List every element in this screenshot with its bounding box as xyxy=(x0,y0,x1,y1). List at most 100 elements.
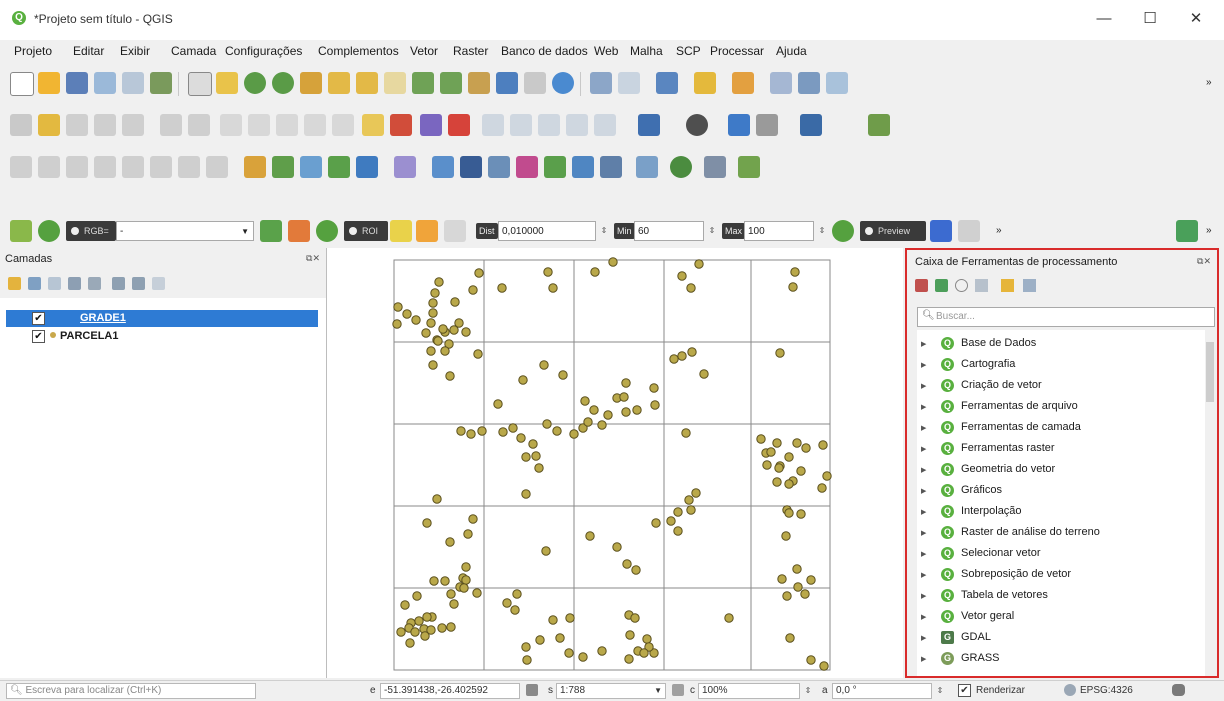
expand-arrow-icon[interactable]: ▶ xyxy=(921,361,926,369)
label-abc-icon[interactable] xyxy=(362,114,384,136)
virtual-layer-icon[interactable] xyxy=(600,156,622,178)
maximize-button[interactable]: ☐ xyxy=(1130,6,1170,32)
tree-item[interactable]: ▶ Q Tabela de vetores xyxy=(917,586,1205,607)
tree-item[interactable]: ▶ Q Cartografia xyxy=(917,355,1205,376)
identify-icon[interactable] xyxy=(590,72,612,94)
history-icon[interactable] xyxy=(955,279,968,292)
close-button[interactable]: ✕ xyxy=(1176,6,1216,32)
minimize-button[interactable]: — xyxy=(1084,6,1124,32)
crs-label[interactable]: EPSG:4326 xyxy=(1080,685,1133,696)
layer-row-grade1[interactable]: ✔ GRADE1 xyxy=(6,310,318,327)
menu-configuracoes[interactable]: Configurações xyxy=(225,44,302,58)
move-label-icon[interactable] xyxy=(538,114,560,136)
scripts-icon[interactable] xyxy=(935,279,948,292)
vertex-tool-icon[interactable] xyxy=(122,114,144,136)
menu-banco-de-dados[interactable]: Banco de dados xyxy=(501,44,588,58)
edit-features-in-place-icon[interactable] xyxy=(1001,279,1014,292)
panel-float-close-icon[interactable]: ⧉✕ xyxy=(306,253,320,264)
min-spinner[interactable]: ⇕ xyxy=(706,222,718,240)
pin-labels-icon[interactable] xyxy=(482,114,504,136)
new-project-icon[interactable] xyxy=(10,72,34,96)
select-features-icon[interactable] xyxy=(656,72,678,94)
toolbar-end-more-icon[interactable]: » xyxy=(1206,225,1212,236)
extents-toggle-icon[interactable] xyxy=(526,684,538,696)
lock-scale-icon[interactable] xyxy=(672,684,684,696)
tree-item[interactable]: ▶ Q Ferramentas de camada xyxy=(917,418,1205,439)
tree-item[interactable]: ▶ Q Gráficos xyxy=(917,481,1205,502)
db-manager-icon[interactable] xyxy=(638,114,660,136)
select-by-value-icon[interactable] xyxy=(694,72,716,94)
digitize-icon[interactable] xyxy=(94,114,116,136)
messages-icon[interactable] xyxy=(1172,684,1185,696)
menu-projeto[interactable]: Projeto xyxy=(14,44,52,58)
layer-visibility-checkbox[interactable]: ✔ xyxy=(32,330,45,343)
menu-malha[interactable]: Malha xyxy=(630,44,663,58)
crs-globe-icon[interactable] xyxy=(1064,684,1076,696)
toggle-editing-icon[interactable] xyxy=(38,114,60,136)
zoom-out-icon[interactable] xyxy=(272,72,294,94)
zoom-next-icon[interactable] xyxy=(440,72,462,94)
scp-zoom-icon[interactable] xyxy=(38,220,60,242)
vector-geoprocessing-icon[interactable] xyxy=(300,156,322,178)
add-layer-icon-6[interactable] xyxy=(150,156,172,178)
menu-editar[interactable]: Editar xyxy=(73,44,104,58)
tree-item[interactable]: ▶ Q Sobreposição de vetor xyxy=(917,565,1205,586)
new-shapefile-icon[interactable] xyxy=(328,156,350,178)
field-calculator-icon[interactable] xyxy=(798,72,820,94)
remove-layer-icon[interactable] xyxy=(152,277,165,290)
add-layer-icon-7[interactable] xyxy=(178,156,200,178)
rgb-band-icon-2[interactable] xyxy=(288,220,310,242)
expand-arrow-icon[interactable]: ▶ xyxy=(921,529,926,537)
action-icon[interactable] xyxy=(618,72,640,94)
rgb-toggle[interactable]: RGB= xyxy=(66,221,116,241)
preview-redo-icon[interactable] xyxy=(958,220,980,242)
expand-arrow-icon[interactable]: ▶ xyxy=(921,424,926,432)
menu-ajuda[interactable]: Ajuda xyxy=(776,44,807,58)
map-svg[interactable] xyxy=(327,248,903,678)
modify-attributes-icon[interactable] xyxy=(160,114,182,136)
expand-arrow-icon[interactable]: ▶ xyxy=(921,445,926,453)
tree-item[interactable]: ▶ Q Geometria do vetor xyxy=(917,460,1205,481)
tree-item[interactable]: ▶ Q Interpolação xyxy=(917,502,1205,523)
dist-input[interactable]: 0,010000 xyxy=(498,221,596,241)
expand-arrow-icon[interactable]: ▶ xyxy=(921,466,926,474)
panel-float-close-icon[interactable]: ⧉✕ xyxy=(1197,256,1211,267)
add-layer-icon-2[interactable] xyxy=(38,156,60,178)
highlight-label-icon[interactable] xyxy=(448,114,470,136)
pca-icon[interactable] xyxy=(756,114,778,136)
expand-arrow-icon[interactable]: ▶ xyxy=(921,613,926,621)
copy-features-icon[interactable] xyxy=(248,114,270,136)
menu-raster[interactable]: Raster xyxy=(453,44,488,58)
add-mesh-icon[interactable] xyxy=(394,156,416,178)
zoom-full-icon[interactable] xyxy=(300,72,322,94)
options-icon[interactable] xyxy=(1023,279,1036,292)
cut-features-icon[interactable] xyxy=(220,114,242,136)
zoom-layer-icon[interactable] xyxy=(356,72,378,94)
expand-arrow-icon[interactable]: ▶ xyxy=(921,403,926,411)
pan-to-selection-icon[interactable] xyxy=(216,72,238,94)
style-manager-icon[interactable] xyxy=(150,72,172,94)
tree-item[interactable]: ▶ Q Selecionar vetor xyxy=(917,544,1205,565)
delete-selected-icon[interactable] xyxy=(188,114,210,136)
rgb-select[interactable]: - ▼ xyxy=(116,221,254,241)
max-input[interactable]: 100 xyxy=(744,221,814,241)
expand-arrow-icon[interactable]: ▶ xyxy=(921,571,926,579)
zoom-native-icon[interactable] xyxy=(384,72,406,94)
edit-layer-icon[interactable] xyxy=(738,156,760,178)
save-project-icon[interactable] xyxy=(66,72,88,94)
scale-field[interactable]: 1:788 ▼ xyxy=(556,683,666,699)
vector-tools-icon[interactable] xyxy=(432,156,454,178)
magnifier-spinner[interactable]: ⇕ xyxy=(802,682,814,700)
open-project-icon[interactable] xyxy=(38,72,60,94)
tree-item[interactable]: ▶ Q Vetor geral xyxy=(917,607,1205,628)
menu-exibir[interactable]: Exibir xyxy=(120,44,150,58)
tree-item[interactable]: ▶ G GDAL xyxy=(917,628,1205,649)
polygon-layer-icon[interactable] xyxy=(572,156,594,178)
scp-extra-icon[interactable] xyxy=(1176,220,1198,242)
preview-classify-icon[interactable] xyxy=(930,220,952,242)
temporal-controller-icon[interactable] xyxy=(524,72,546,94)
current-edits-icon[interactable] xyxy=(10,114,32,136)
processing-scrollbar[interactable] xyxy=(1205,330,1215,676)
coordinate-field[interactable]: -51.391438,-26.402592 xyxy=(380,683,520,699)
tree-item[interactable]: ▶ Q Ferramentas de arquivo xyxy=(917,397,1205,418)
